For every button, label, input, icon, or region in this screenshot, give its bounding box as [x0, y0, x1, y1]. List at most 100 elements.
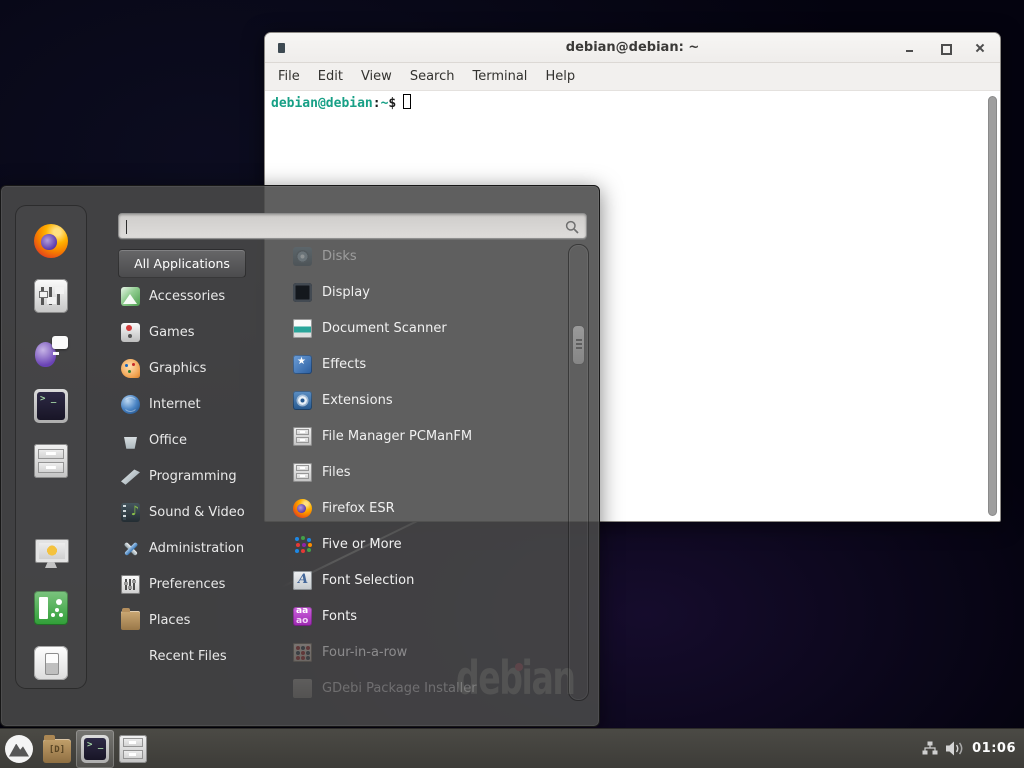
category-office[interactable]: Office [118, 422, 278, 458]
menubar-item-edit[interactable]: Edit [309, 65, 352, 88]
taskbar: 01:06 [0, 728, 1024, 768]
system-tray: 01:06 [922, 741, 1024, 756]
file-manager-launcher[interactable] [38, 730, 76, 768]
terminal-scrollbar-thumb[interactable] [988, 96, 997, 516]
category-label: Administration [149, 541, 244, 556]
volume-icon[interactable] [946, 741, 964, 756]
fav-firefox-icon [34, 224, 68, 258]
app-file-manager-pcmanfm[interactable]: File Manager PCManFM [281, 418, 565, 454]
category-sound-video[interactable]: Sound & Video [118, 494, 278, 530]
minimize-button[interactable] [905, 43, 915, 53]
menubar-item-search[interactable]: Search [401, 65, 464, 88]
application-menu: All Applications AccessoriesGamesGraphic… [0, 185, 600, 727]
app-effects[interactable]: Effects [281, 346, 565, 382]
menu-search-box[interactable] [118, 213, 587, 239]
category-label: Places [149, 613, 190, 628]
category-label: Programming [149, 469, 237, 484]
disks-icon [293, 247, 312, 266]
category-graphics[interactable]: Graphics [118, 350, 278, 386]
fav-pidgin-icon [34, 334, 68, 368]
file-cabinet-icon [119, 735, 147, 763]
apps-scrollbar-track[interactable] [568, 244, 589, 701]
fav-shutdown-icon [34, 646, 68, 680]
places-icon [121, 611, 140, 630]
app-font-selection[interactable]: Font Selection [281, 562, 565, 598]
files-task[interactable] [114, 730, 152, 768]
fav-screensaver-icon [34, 536, 68, 570]
category-preferences[interactable]: Preferences [118, 566, 278, 602]
app-label: File Manager PCManFM [322, 429, 472, 444]
window-controls [905, 33, 985, 63]
network-icon[interactable] [922, 741, 938, 756]
category-list: AccessoriesGamesGraphics Internet Office Pr… [118, 278, 278, 674]
app-fonts[interactable]: Fonts [281, 598, 565, 634]
terminal-scrollbar[interactable] [987, 96, 998, 516]
taskbar-clock[interactable]: 01:06 [972, 741, 1016, 756]
search-input[interactable] [119, 214, 586, 238]
apps-scrollbar-thumb[interactable] [572, 325, 585, 365]
prompt-user-host: debian@debian [271, 96, 373, 111]
menubar-item-terminal[interactable]: Terminal [463, 65, 536, 88]
favorite-control-center[interactable] [31, 278, 71, 314]
app-document-scanner[interactable]: Document Scanner [281, 310, 565, 346]
category-administration[interactable]: Administration [118, 530, 278, 566]
firefox-icon [293, 499, 312, 518]
category-label: Office [149, 433, 187, 448]
folder-debian-icon [43, 739, 71, 763]
four-in-a-row-icon [293, 643, 312, 662]
gdebi-icon [293, 679, 312, 698]
category-recent-files[interactable]: Recent Files [118, 638, 278, 674]
preferences-icon [121, 575, 140, 594]
terminal-titlebar[interactable]: debian@debian: ~ [265, 33, 1000, 63]
category-label: Sound & Video [149, 505, 245, 520]
category-all-applications[interactable]: All Applications [118, 249, 246, 278]
favorite-terminal[interactable] [31, 388, 71, 424]
app-five-or-more[interactable]: Five or More [281, 526, 565, 562]
category-programming[interactable]: Programming [118, 458, 278, 494]
close-icon [975, 43, 985, 53]
files-icon [293, 463, 312, 482]
terminal-art [81, 735, 109, 763]
maximize-button[interactable] [940, 43, 950, 53]
fav-terminal-icon [34, 389, 68, 423]
category-label: Internet [149, 397, 201, 412]
terminal-task[interactable] [76, 730, 114, 768]
terminal-menubar: FileEditViewSearchTerminalHelp [265, 63, 1000, 91]
app-label: Extensions [322, 393, 393, 408]
menubar-item-help[interactable]: Help [536, 65, 584, 88]
favorite-firefox[interactable] [31, 223, 71, 259]
favorite-screensaver[interactable] [31, 535, 71, 571]
app-extensions[interactable]: Extensions [281, 382, 565, 418]
category-internet[interactable]: Internet [118, 386, 278, 422]
favorites-panel [15, 205, 87, 689]
all-applications-label: All Applications [134, 256, 230, 271]
menubar-item-file[interactable]: File [269, 65, 309, 88]
internet-icon [121, 395, 140, 414]
app-label: Effects [322, 357, 366, 372]
favorite-shutdown[interactable] [31, 645, 71, 681]
app-files[interactable]: Files [281, 454, 565, 490]
sound-video-icon [121, 503, 140, 522]
app-disks[interactable]: Disks [281, 238, 565, 274]
terminal-app-icon [278, 43, 285, 53]
app-gdebi-package-installer[interactable]: GDebi Package Installer [281, 670, 565, 706]
close-button[interactable] [975, 43, 985, 53]
favorite-pidgin[interactable] [31, 333, 71, 369]
accessories-icon [121, 287, 140, 306]
category-label: Recent Files [149, 649, 227, 664]
graphics-icon [121, 359, 140, 378]
prompt-symbol: $ [388, 96, 396, 111]
app-firefox-esr[interactable]: Firefox ESR [281, 490, 565, 526]
app-display[interactable]: Display [281, 274, 565, 310]
category-places[interactable]: Places [118, 602, 278, 638]
office-icon [121, 431, 140, 450]
fav-control-center-icon [34, 279, 68, 313]
category-accessories[interactable]: Accessories [118, 278, 278, 314]
app-four-in-a-row[interactable]: Four-in-a-row [281, 634, 565, 670]
favorite-logout[interactable] [31, 590, 71, 626]
app-label: Files [322, 465, 351, 480]
menu-button[interactable] [0, 730, 38, 768]
menubar-item-view[interactable]: View [352, 65, 401, 88]
favorite-file-cabinet[interactable] [31, 443, 71, 479]
category-games[interactable]: Games [118, 314, 278, 350]
